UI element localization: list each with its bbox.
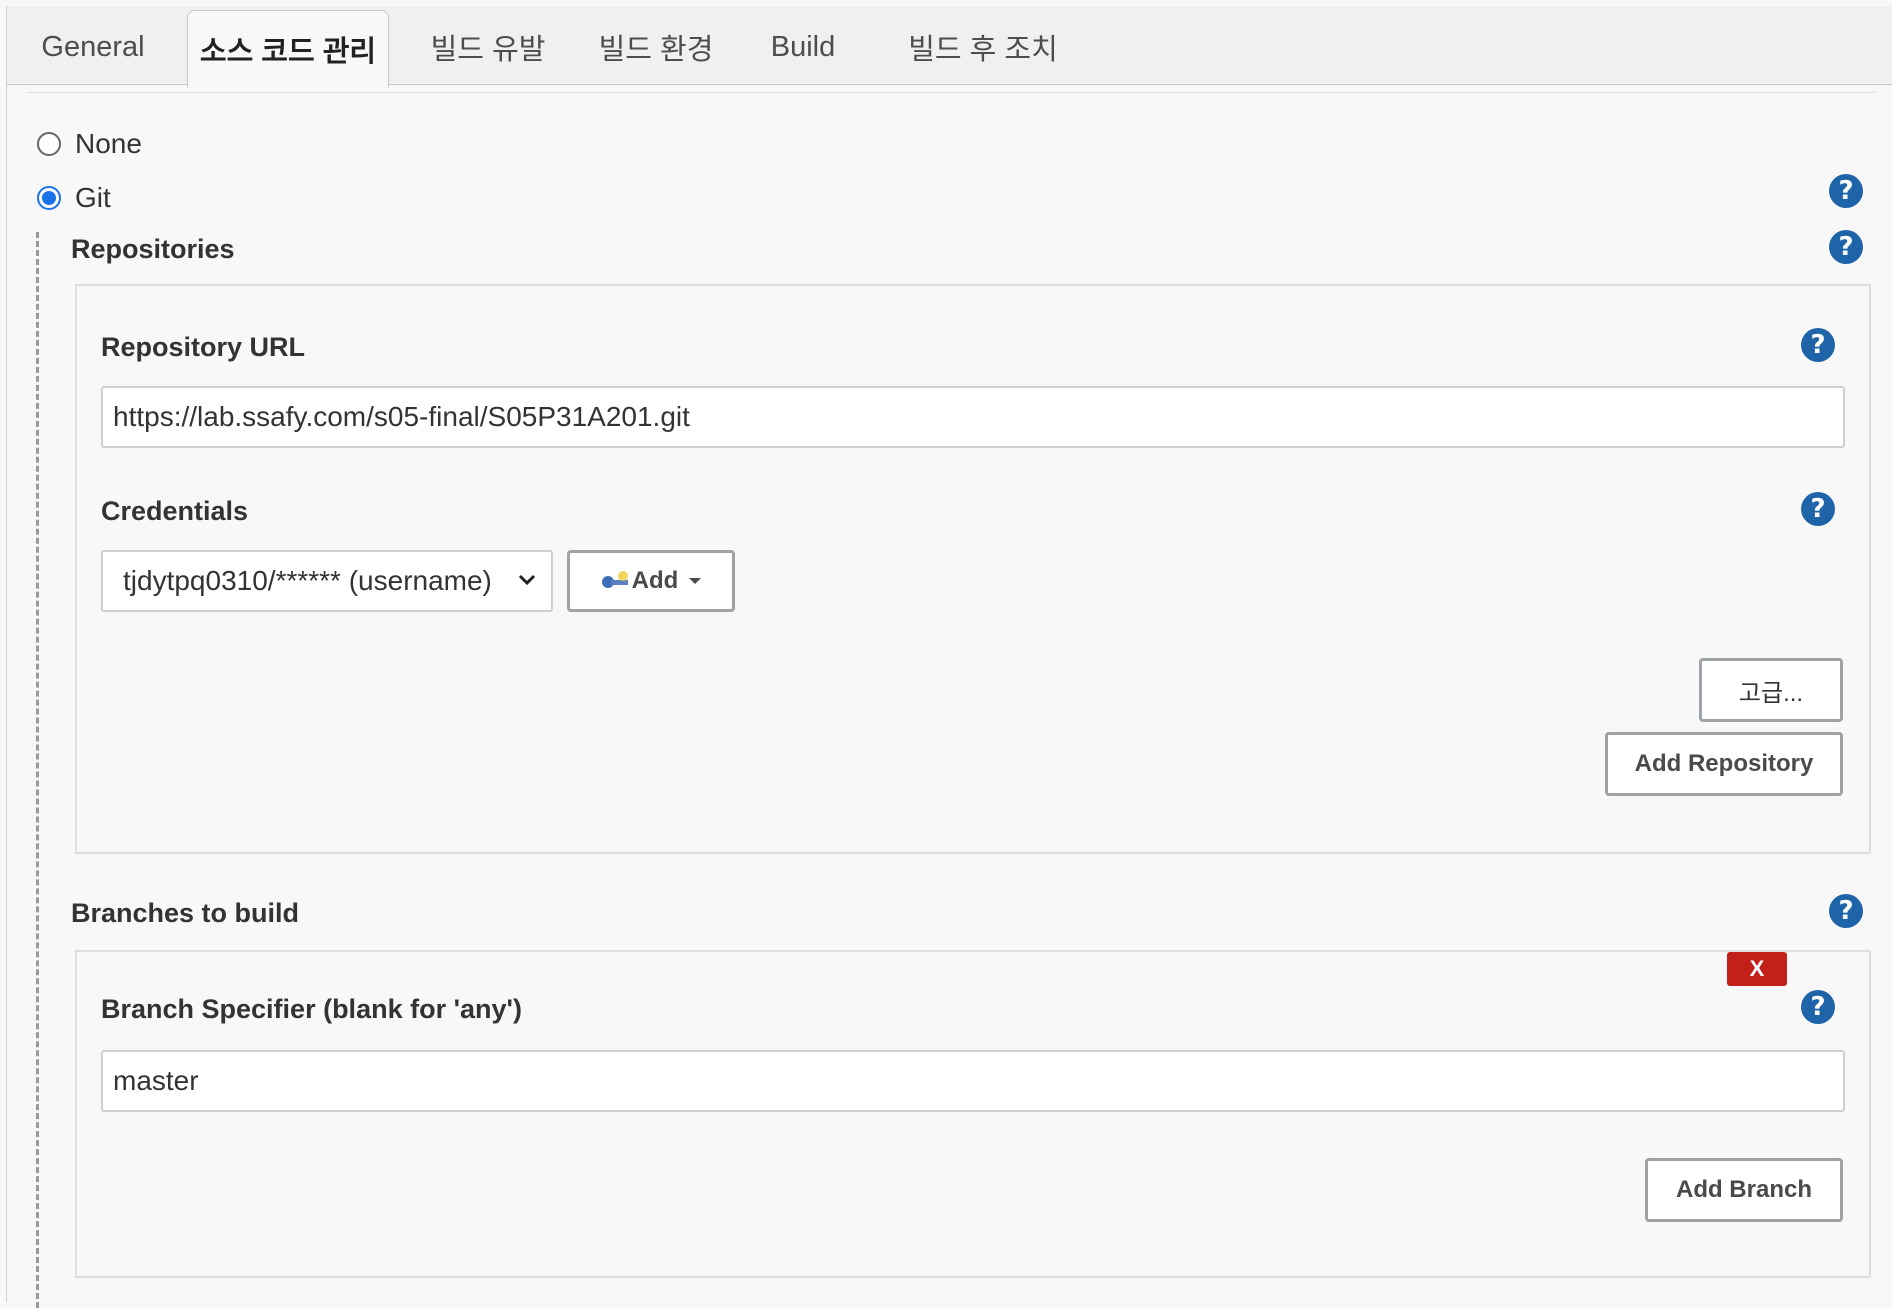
- delete-branch-label: X: [1749, 956, 1765, 981]
- add-credentials-button[interactable]: Add: [567, 550, 735, 612]
- branch-specifier-help-icon[interactable]: [1801, 990, 1835, 1024]
- tab-post-build-actions[interactable]: 빌드 후 조치: [883, 10, 1083, 84]
- caret-down-icon: [689, 578, 702, 584]
- add-repository-label: Add Repository: [1634, 750, 1814, 777]
- advanced-label: 고급...: [1738, 679, 1804, 707]
- tab-label: 빌드 후 조치: [908, 34, 1058, 66]
- tab-build-environment[interactable]: 빌드 환경: [585, 10, 727, 84]
- credentials-label: Credentials: [101, 496, 249, 526]
- add-branch-label: Add Branch: [1675, 1176, 1812, 1203]
- delete-branch-button[interactable]: X: [1727, 952, 1787, 986]
- scm-config-page: General 소스 코드 관리 빌드 유발 빌드 환경 Build 빌드 후 …: [6, 6, 1892, 1308]
- radio-none[interactable]: [37, 132, 61, 156]
- radio-git[interactable]: [37, 186, 61, 210]
- tab-build[interactable]: Build: [753, 10, 853, 84]
- radio-label-none: None: [75, 128, 142, 159]
- git-help-icon[interactable]: [1829, 174, 1863, 208]
- tab-build-triggers[interactable]: 빌드 유발: [417, 10, 559, 84]
- branch-specifier-label: Branch Specifier (blank for 'any'): [101, 994, 522, 1024]
- add-credentials-label: Add: [631, 567, 679, 594]
- add-branch-button[interactable]: Add Branch: [1645, 1158, 1843, 1222]
- credentials-selected-value: tjdytpq0310/****** (username): [123, 565, 492, 596]
- divider: [27, 92, 1875, 93]
- tab-label: Build: [770, 30, 836, 63]
- radio-label-git: Git: [75, 182, 111, 213]
- repositories-help-icon[interactable]: [1829, 230, 1863, 264]
- tab-label: 빌드 환경: [598, 34, 714, 66]
- credentials-help-icon[interactable]: [1801, 492, 1835, 526]
- branches-help-icon[interactable]: [1829, 894, 1863, 928]
- tab-label: 소스 코드 관리: [199, 36, 377, 68]
- tab-general[interactable]: General: [21, 10, 165, 84]
- section-indent-line: [36, 232, 39, 1308]
- tab-source-code-management[interactable]: 소스 코드 관리: [187, 10, 389, 88]
- chevron-down-icon: [518, 574, 536, 586]
- tab-bar: General 소스 코드 관리 빌드 유발 빌드 환경 Build 빌드 후 …: [7, 6, 1892, 88]
- advanced-button[interactable]: 고급...: [1699, 658, 1843, 722]
- tab-label: General: [41, 30, 145, 63]
- repositories-title: Repositories: [71, 234, 235, 264]
- branch-panel: X Branch Specifier (blank for 'any') mas…: [75, 950, 1871, 1278]
- repository-url-help-icon[interactable]: [1801, 328, 1835, 362]
- repository-url-label: Repository URL: [101, 332, 306, 362]
- repository-panel: Repository URL https://lab.ssafy.com/s05…: [75, 284, 1871, 854]
- repository-url-input[interactable]: https://lab.ssafy.com/s05-final/S05P31A2…: [101, 386, 1845, 448]
- branches-title: Branches to build: [71, 898, 300, 928]
- tab-label: 빌드 유발: [430, 34, 546, 66]
- key-icon: [601, 571, 628, 588]
- add-repository-button[interactable]: Add Repository: [1605, 732, 1843, 796]
- scm-option-git[interactable]: Git: [37, 182, 111, 214]
- scm-option-none[interactable]: None: [37, 128, 142, 160]
- credentials-select[interactable]: tjdytpq0310/****** (username): [101, 550, 553, 612]
- branch-specifier-input[interactable]: master: [101, 1050, 1845, 1112]
